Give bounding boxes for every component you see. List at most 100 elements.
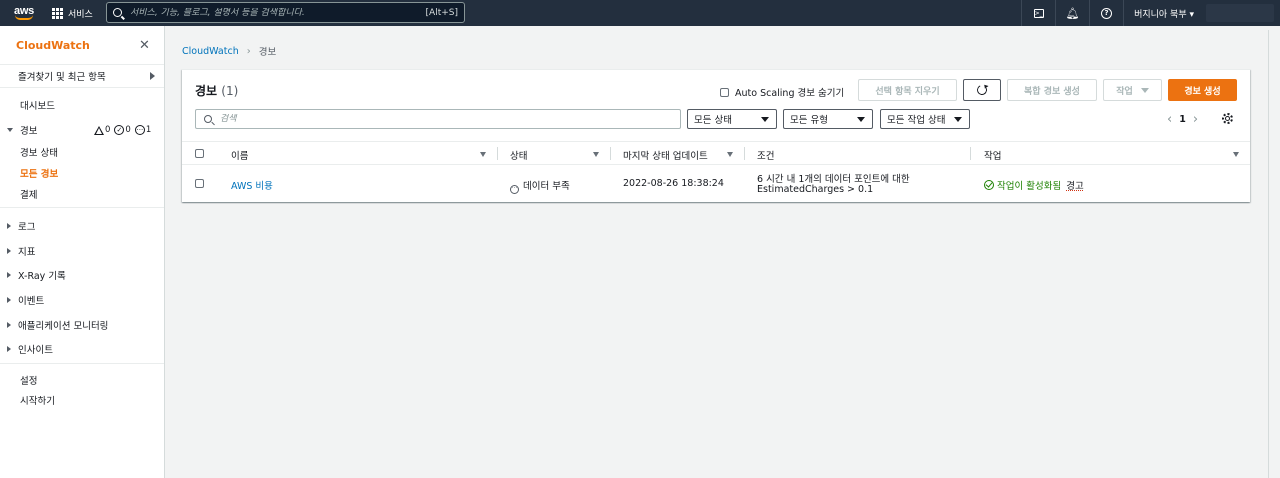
sidebar-item-dashboard[interactable]: 대시보드 bbox=[20, 98, 55, 112]
caret-right-icon bbox=[150, 72, 155, 80]
column-divider bbox=[970, 147, 971, 160]
breadcrumb-cloudwatch[interactable]: CloudWatch bbox=[182, 46, 239, 57]
caret-down-icon bbox=[857, 117, 865, 122]
ok-check-icon: ✓ bbox=[114, 125, 125, 135]
metrics-label: 지표 bbox=[18, 247, 36, 258]
refresh-button[interactable] bbox=[963, 79, 1001, 101]
table-header: 이름 상태 마지막 상태 업데이트 조건 작업 bbox=[182, 141, 1250, 165]
search-shortcut: [Alt+S] bbox=[425, 7, 458, 18]
create-composite-alarm-button[interactable]: 복합 경보 생성 bbox=[1007, 79, 1097, 101]
sort-caret-icon[interactable] bbox=[1233, 152, 1239, 157]
bell-icon: 🔔︎ bbox=[1065, 6, 1080, 20]
chevron-right-icon[interactable]: › bbox=[1193, 112, 1198, 127]
alarm-state-text: 데이터 부족 bbox=[523, 181, 570, 192]
panel-title-text: 경보 bbox=[195, 84, 218, 98]
cloudshell-button[interactable]: >_ bbox=[1021, 0, 1055, 26]
caret-down-icon bbox=[761, 117, 769, 122]
alarm-warning-link[interactable]: 경고 bbox=[1066, 181, 1083, 192]
sort-caret-icon[interactable] bbox=[727, 152, 733, 157]
check-circle-icon bbox=[984, 180, 994, 190]
sidebar-item-billing[interactable]: 결제 bbox=[20, 187, 37, 201]
alarms-panel: 경보 (1) Auto Scaling 경보 숨기기 선택 항목 지우기 복합 … bbox=[182, 69, 1250, 202]
chevron-right-icon: › bbox=[246, 45, 251, 57]
type-select-value: 모든 유형 bbox=[790, 115, 828, 126]
alarms-group-label: 경보 bbox=[20, 126, 38, 137]
account-menu[interactable] bbox=[1206, 4, 1274, 22]
alarm-last-updated: 2022-08-26 18:38:24 bbox=[623, 178, 724, 189]
breadcrumb-current: 경보 bbox=[258, 47, 277, 58]
search-icon bbox=[204, 115, 212, 123]
caret-down-icon bbox=[1140, 87, 1149, 93]
sidebar-item-settings[interactable]: 설정 bbox=[20, 373, 37, 387]
search-icon bbox=[113, 8, 122, 17]
help-icon: ? bbox=[1101, 7, 1113, 19]
app-monitoring-label: 애플리케이션 모니터링 bbox=[18, 321, 109, 332]
region-selector[interactable]: 버지니아 북부 ▾ bbox=[1123, 0, 1206, 26]
autoscaling-checkbox[interactable] bbox=[720, 87, 729, 97]
events-label: 이벤트 bbox=[18, 296, 45, 307]
create-alarm-button[interactable]: 경보 생성 bbox=[1168, 79, 1237, 101]
sidebar-group-xray[interactable]: X-Ray 기록 bbox=[7, 268, 66, 282]
row-checkbox[interactable] bbox=[195, 179, 204, 188]
sort-caret-icon[interactable] bbox=[480, 152, 486, 157]
caret-right-icon bbox=[7, 346, 11, 352]
sidebar-group-alarms[interactable]: 경보 bbox=[7, 123, 37, 137]
column-name[interactable]: 이름 bbox=[231, 148, 248, 162]
column-divider bbox=[610, 147, 611, 160]
select-all-checkbox[interactable] bbox=[195, 149, 204, 158]
aws-logo[interactable]: aws bbox=[6, 0, 42, 26]
gear-icon[interactable] bbox=[1222, 113, 1233, 124]
sidebar-title[interactable]: CloudWatch bbox=[16, 39, 90, 52]
insufficient-dots-icon: ··· bbox=[134, 125, 145, 135]
sidebar-favorites[interactable]: 즐겨찾기 및 최근 항목 bbox=[0, 64, 164, 88]
column-last-updated[interactable]: 마지막 상태 업데이트 bbox=[623, 148, 708, 162]
sidebar-group-insights[interactable]: 인사이트 bbox=[7, 342, 53, 356]
autoscaling-toggle[interactable]: Auto Scaling 경보 숨기기 bbox=[720, 85, 844, 99]
actions-dropdown-button[interactable]: 작업 bbox=[1103, 79, 1162, 101]
help-button[interactable]: ? bbox=[1089, 0, 1123, 26]
pagination: ‹ 1 › bbox=[1160, 112, 1205, 127]
sidebar-group-metrics[interactable]: 지표 bbox=[7, 244, 35, 258]
current-page[interactable]: 1 bbox=[1179, 114, 1186, 125]
alarm-filter[interactable] bbox=[195, 109, 681, 129]
alarm-count: 0 bbox=[105, 125, 111, 135]
clear-selection-button[interactable]: 선택 항목 지우기 bbox=[858, 79, 957, 101]
sidebar-item-all-alarms[interactable]: 모든 경보 bbox=[20, 166, 58, 180]
services-label: 서비스 bbox=[68, 9, 93, 20]
sidebar-item-alarm-state[interactable]: 경보 상태 bbox=[20, 145, 58, 159]
page-scrollbar[interactable] bbox=[1268, 30, 1277, 478]
alarm-condition-line1: 6 시간 내 1개의 데이터 포인트에 대한 bbox=[757, 174, 910, 185]
global-search[interactable]: [Alt+S] bbox=[106, 2, 465, 23]
alarm-condition-line2: EstimatedCharges > 0.1 bbox=[757, 184, 874, 195]
services-menu-button[interactable]: 서비스 bbox=[52, 0, 93, 26]
favorites-label: 즐겨찾기 및 최근 항목 bbox=[18, 72, 106, 83]
sidebar-divider bbox=[0, 207, 164, 208]
notifications-button[interactable]: 🔔︎ bbox=[1055, 0, 1089, 26]
alarm-name-link[interactable]: AWS 비용 bbox=[231, 178, 273, 192]
close-icon[interactable]: ✕ bbox=[139, 38, 150, 53]
column-condition[interactable]: 조건 bbox=[757, 148, 774, 162]
caret-right-icon bbox=[7, 297, 11, 303]
sidebar-group-events[interactable]: 이벤트 bbox=[7, 293, 44, 307]
sidebar-group-logs[interactable]: 로그 bbox=[7, 219, 35, 233]
global-search-input[interactable] bbox=[130, 7, 420, 18]
column-actions[interactable]: 작업 bbox=[984, 148, 1001, 162]
insufficient-count: 1 bbox=[145, 125, 152, 135]
alarm-actions: 작업이 활성화됨 경고 bbox=[984, 178, 1084, 192]
logs-label: 로그 bbox=[18, 222, 36, 233]
caret-right-icon bbox=[7, 272, 11, 278]
caret-down-icon bbox=[954, 117, 962, 122]
alarm-search-input[interactable] bbox=[220, 114, 660, 124]
autoscaling-label: Auto Scaling 경보 숨기기 bbox=[735, 88, 845, 99]
sidebar-item-getting-started[interactable]: 시작하기 bbox=[20, 393, 55, 407]
sort-caret-icon[interactable] bbox=[593, 152, 599, 157]
action-state-filter-select[interactable]: 모든 작업 상태 bbox=[880, 109, 970, 129]
column-state[interactable]: 상태 bbox=[510, 148, 527, 162]
insights-label: 인사이트 bbox=[18, 345, 53, 356]
top-navigation: aws 서비스 [Alt+S] >_ 🔔︎ ? 버지니아 북부 ▾ bbox=[0, 0, 1280, 26]
chevron-left-icon[interactable]: ‹ bbox=[1167, 112, 1172, 127]
sidebar-group-app-monitoring[interactable]: 애플리케이션 모니터링 bbox=[7, 318, 108, 332]
column-divider bbox=[497, 147, 498, 160]
state-filter-select[interactable]: 모든 상태 bbox=[687, 109, 777, 129]
type-filter-select[interactable]: 모든 유형 bbox=[783, 109, 873, 129]
